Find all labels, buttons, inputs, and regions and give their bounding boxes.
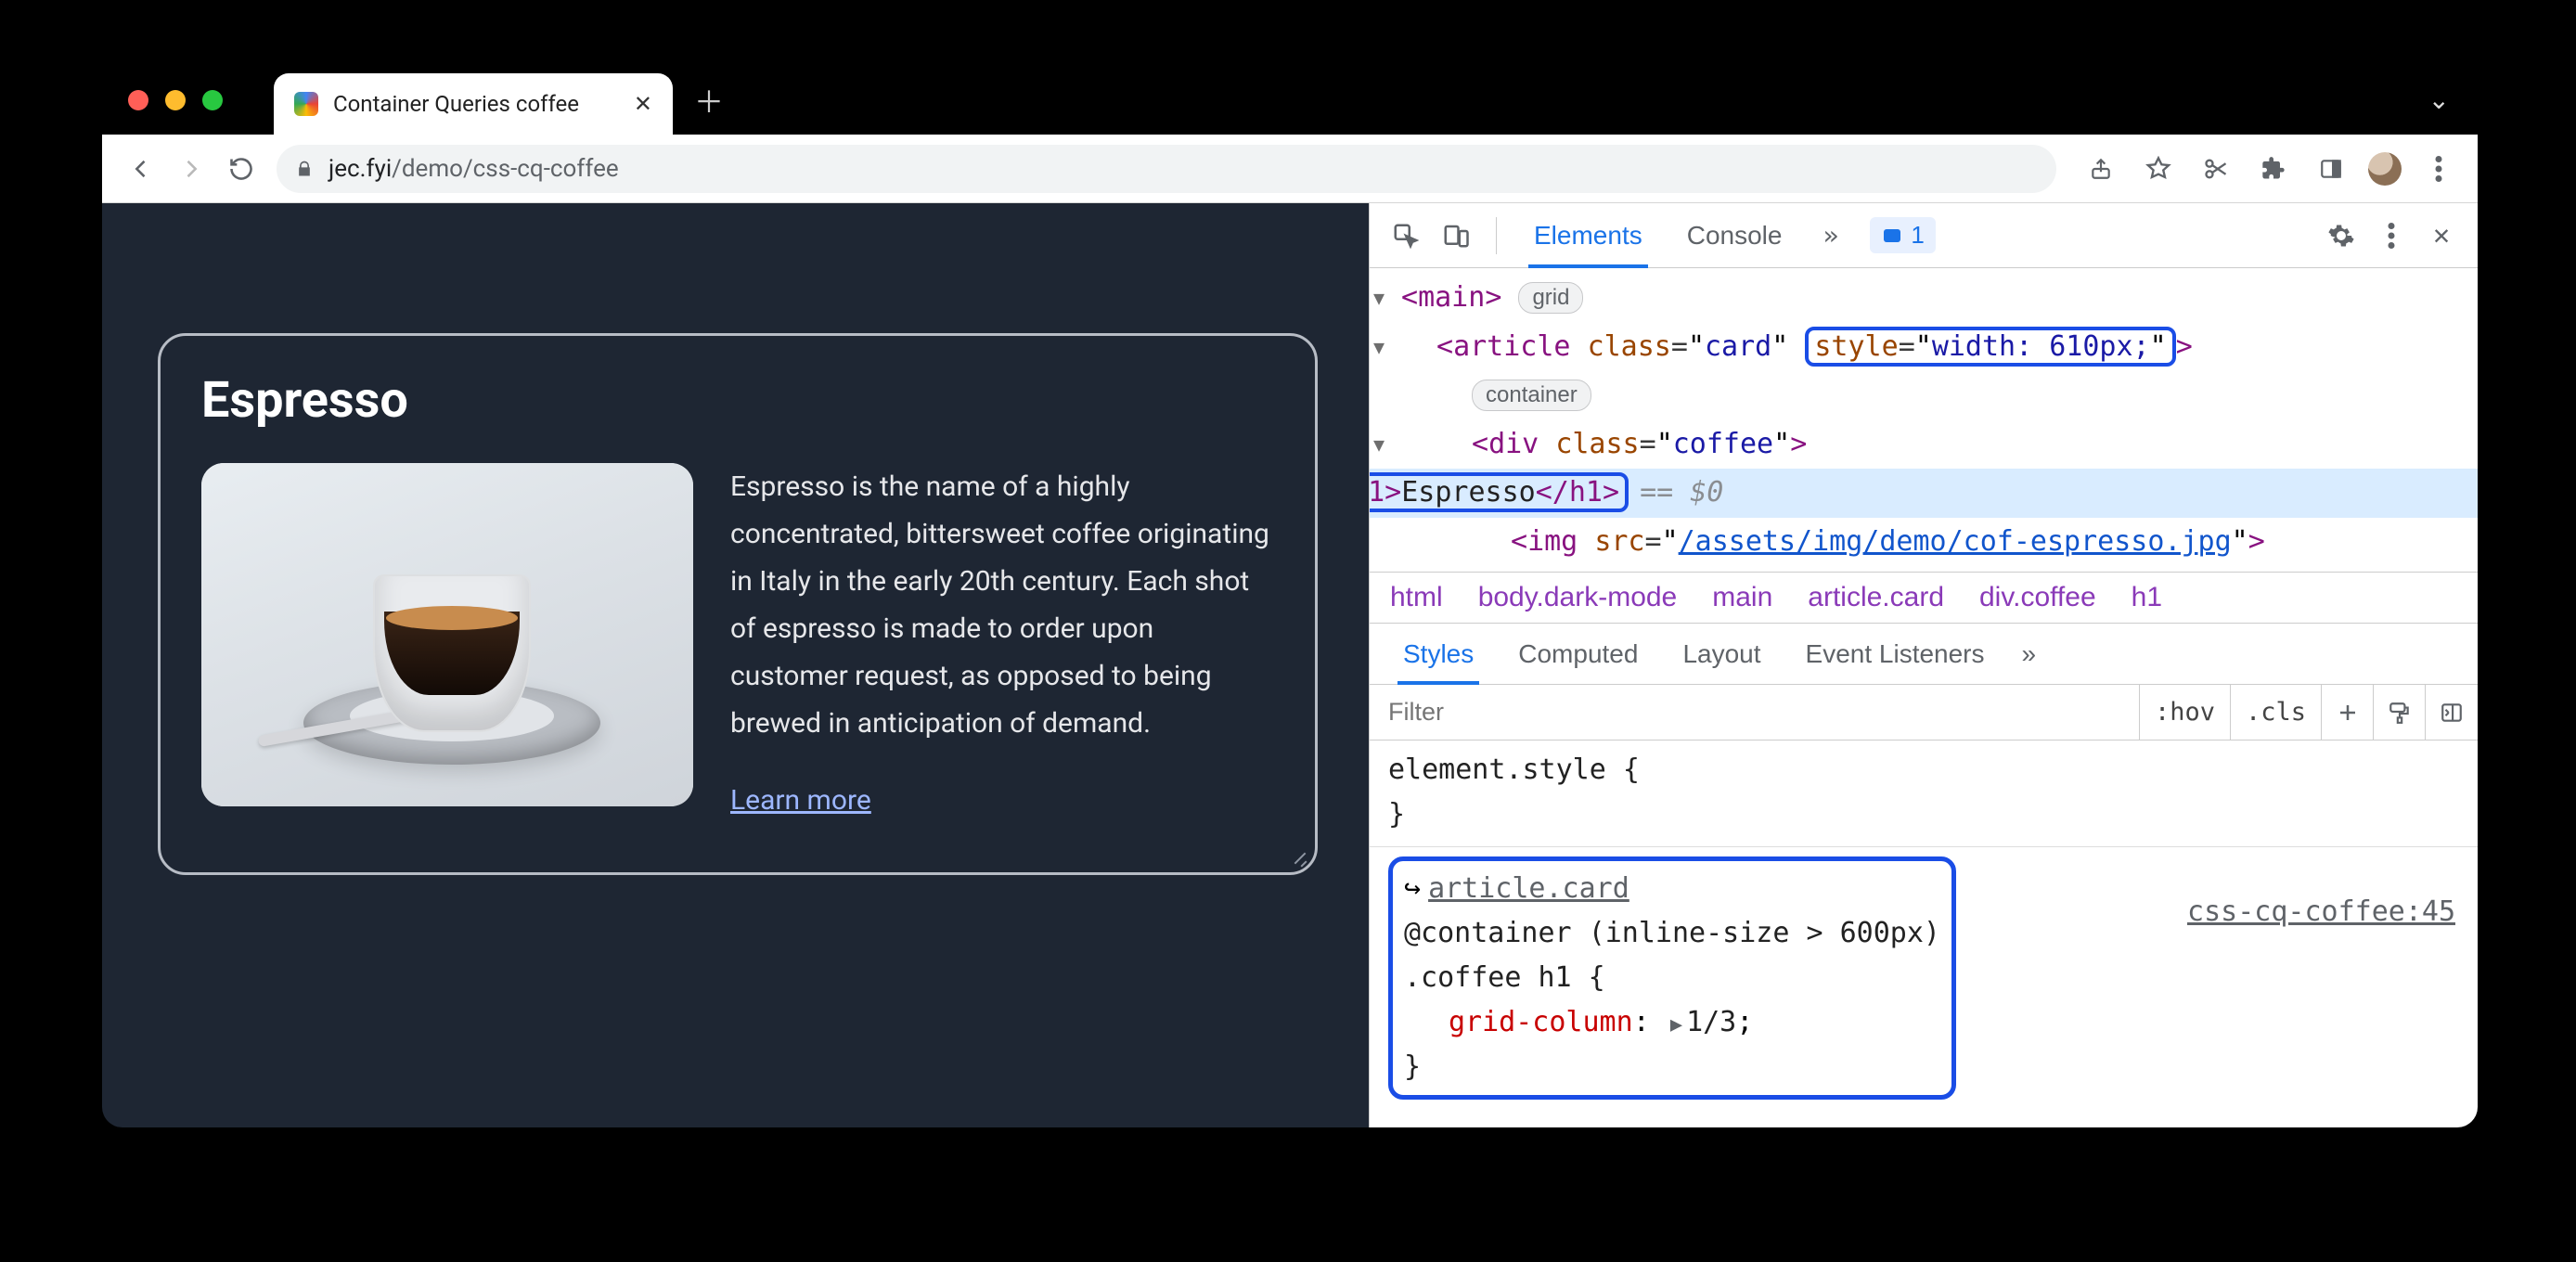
- styles-pane[interactable]: element.style { } ↪article.card @contain…: [1370, 740, 2478, 1109]
- rule-source-link[interactable]: css-cq-coffee:45: [2187, 890, 2455, 934]
- browser-toolbar: jec.fyi/demo/css-cq-coffee: [102, 135, 2478, 203]
- extensions-icon[interactable]: [2253, 148, 2294, 189]
- tabs-overflow-icon[interactable]: »: [1808, 220, 1853, 251]
- tabs-menu-button[interactable]: ⌄: [2428, 84, 2450, 115]
- crumb-body[interactable]: body.dark-mode: [1478, 582, 1678, 613]
- card-title: Espresso: [201, 371, 1274, 430]
- highlight-h1-node: <h1>Espresso</h1>: [1370, 472, 1629, 512]
- share-icon[interactable]: [2080, 148, 2121, 189]
- highlight-style-attr: style="width: 610px;": [1805, 327, 2175, 367]
- browser-window: Container Queries coffee ✕ ＋ ⌄ jec.fyi/d…: [102, 65, 2478, 1127]
- tab-favicon: [294, 92, 318, 116]
- dom-breadcrumbs[interactable]: html body.dark-mode main article.card di…: [1370, 572, 2478, 624]
- styles-filter-input[interactable]: [1370, 685, 2140, 740]
- toolbar-right: [2080, 148, 2459, 189]
- subtab-layout[interactable]: Layout: [1660, 624, 1783, 684]
- new-tab-button[interactable]: ＋: [686, 77, 732, 123]
- new-style-rule-icon[interactable]: [2322, 685, 2374, 740]
- computed-toggle-icon[interactable]: [2426, 685, 2478, 740]
- browser-tab[interactable]: Container Queries coffee ✕: [274, 73, 673, 135]
- url-path: /demo/css-cq-coffee: [392, 155, 619, 183]
- url-text: jec.fyi/demo/css-cq-coffee: [328, 155, 619, 183]
- tab-title: Container Queries coffee: [333, 91, 619, 117]
- back-button[interactable]: [121, 148, 161, 189]
- tab-elements[interactable]: Elements: [1515, 203, 1661, 267]
- card-body: Espresso is the name of a highly concent…: [201, 463, 1274, 817]
- img-src-link[interactable]: /assets/img/demo/cof-espresso.jpg: [1679, 525, 2232, 558]
- dom-tree[interactable]: ▼<main> grid ▼<article class="card" styl…: [1370, 268, 2478, 572]
- devtools-close-button[interactable]: ✕: [2420, 214, 2463, 257]
- tab-close-button[interactable]: ✕: [634, 91, 652, 117]
- issues-count: 1: [1911, 221, 1924, 250]
- bookmark-icon[interactable]: [2138, 148, 2179, 189]
- styles-filter-bar: :hov .cls: [1370, 685, 2478, 740]
- highlight-container-rule: ↪article.card @container (inline-size > …: [1388, 856, 1956, 1100]
- coffee-card: Espresso Espresso is the name of a highl…: [158, 333, 1318, 875]
- subtab-event-listeners[interactable]: Event Listeners: [1784, 624, 2007, 684]
- crumb-article[interactable]: article.card: [1808, 582, 1944, 613]
- window-zoom-button[interactable]: [202, 90, 223, 110]
- subtab-computed[interactable]: Computed: [1496, 624, 1660, 684]
- window-controls: [128, 90, 223, 110]
- window-minimize-button[interactable]: [165, 90, 186, 110]
- hov-toggle[interactable]: :hov: [2140, 685, 2231, 740]
- learn-more-link[interactable]: Learn more: [730, 784, 871, 817]
- card-description: Espresso is the name of a highly concent…: [730, 463, 1274, 747]
- content-area: Espresso Espresso is the name of a highl…: [102, 203, 2478, 1127]
- element-style-rule[interactable]: element.style { }: [1388, 748, 2459, 837]
- crumb-html[interactable]: html: [1390, 582, 1443, 613]
- paint-icon[interactable]: [2374, 685, 2426, 740]
- window-close-button[interactable]: [128, 90, 148, 110]
- devtools-toolbar: Elements Console » 1 ✕: [1370, 203, 2478, 268]
- issues-badge[interactable]: 1: [1870, 217, 1935, 253]
- container-badge[interactable]: container: [1472, 380, 1591, 411]
- forward-button[interactable]: [171, 148, 212, 189]
- subtab-styles[interactable]: Styles: [1381, 624, 1496, 684]
- scissors-icon[interactable]: [2196, 148, 2236, 189]
- crumb-main[interactable]: main: [1712, 582, 1772, 613]
- subtabs-overflow-icon[interactable]: »: [2007, 639, 2052, 669]
- container-origin-link[interactable]: article.card: [1428, 872, 1629, 905]
- devtools-panel: Elements Console » 1 ✕ ▼<main> grid: [1369, 203, 2478, 1127]
- inspect-element-icon[interactable]: [1385, 214, 1427, 257]
- rendered-page: Espresso Espresso is the name of a highl…: [102, 203, 1369, 1127]
- selected-node-suffix: == $0: [1640, 476, 1723, 509]
- expand-shorthand-icon[interactable]: ▶: [1670, 1013, 1682, 1037]
- resize-handle-icon[interactable]: [1285, 843, 1307, 865]
- address-bar[interactable]: jec.fyi/demo/css-cq-coffee: [277, 145, 2056, 193]
- espresso-image: [201, 463, 693, 806]
- selected-dom-node[interactable]: •••<h1>Espresso</h1>== $0: [1370, 469, 2478, 518]
- crumb-h1[interactable]: h1: [2132, 582, 2162, 613]
- url-host: jec.fyi: [328, 155, 392, 183]
- tab-strip: Container Queries coffee ✕ ＋ ⌄: [102, 65, 2478, 135]
- container-query-rule[interactable]: ↪article.card @container (inline-size > …: [1388, 856, 2459, 1100]
- grid-badge[interactable]: grid: [1518, 282, 1583, 314]
- browser-menu-icon[interactable]: [2418, 148, 2459, 189]
- lock-icon: [295, 160, 314, 178]
- cls-toggle[interactable]: .cls: [2231, 685, 2322, 740]
- devtools-menu-icon[interactable]: [2370, 214, 2413, 257]
- card-text: Espresso is the name of a highly concent…: [730, 463, 1274, 817]
- side-panel-icon[interactable]: [2311, 148, 2351, 189]
- reload-button[interactable]: [221, 148, 262, 189]
- styles-subtabs: Styles Computed Layout Event Listeners »: [1370, 624, 2478, 685]
- settings-icon[interactable]: [2320, 214, 2363, 257]
- profile-avatar[interactable]: [2368, 152, 2402, 186]
- device-toolbar-icon[interactable]: [1435, 214, 1477, 257]
- crumb-div[interactable]: div.coffee: [1979, 582, 2096, 613]
- tab-console[interactable]: Console: [1668, 203, 1801, 267]
